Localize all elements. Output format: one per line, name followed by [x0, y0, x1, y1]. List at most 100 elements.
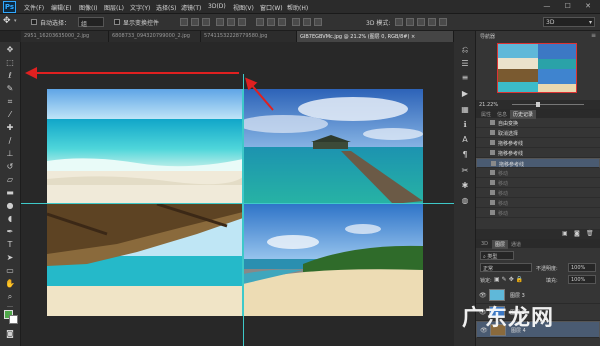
more-tools-icon[interactable]: …: [5, 302, 15, 310]
pen-tool-icon[interactable]: ✒: [5, 228, 15, 236]
show-transform-checkbox[interactable]: [114, 19, 120, 25]
path-selection-tool-icon[interactable]: ➤: [5, 254, 15, 262]
3d-scale-icon[interactable]: [439, 18, 447, 26]
layer-filter-dropdown[interactable]: ⌕ 类型: [480, 251, 514, 260]
menu-layer[interactable]: 图层(L): [104, 3, 124, 12]
3d-rotate-icon[interactable]: [395, 18, 403, 26]
align-left-icon[interactable]: [216, 18, 224, 26]
tab-document-active[interactable]: GIB7EGBVMc.jpg @ 21.2% (图层 0, RGB/8#) ×: [297, 31, 454, 42]
tab-layers[interactable]: 图层: [492, 240, 509, 249]
character-icon[interactable]: A: [460, 135, 470, 144]
info-icon[interactable]: ℹ: [460, 120, 470, 129]
align-hcenter-icon[interactable]: [227, 18, 235, 26]
history-item[interactable]: 移动: [476, 208, 600, 218]
opacity-field[interactable]: 100%: [568, 263, 596, 272]
blur-tool-icon[interactable]: ●: [5, 202, 15, 210]
menu-edit[interactable]: 编辑(E): [51, 3, 71, 12]
move-tool-icon[interactable]: ✥: [5, 46, 15, 54]
auto-select-dropdown[interactable]: 组: [78, 17, 104, 28]
history-item[interactable]: 移动: [476, 188, 600, 198]
visibility-eye-icon[interactable]: 👁: [479, 292, 487, 299]
auto-select-checkbox[interactable]: [31, 19, 37, 25]
history-item[interactable]: 移动: [476, 178, 600, 188]
tab-3d[interactable]: 3D: [478, 240, 491, 248]
background-color-swatch[interactable]: [9, 315, 18, 324]
dodge-tool-icon[interactable]: ◖: [5, 215, 15, 223]
clone-source-icon[interactable]: ✱: [460, 181, 470, 190]
distribute-right-icon[interactable]: [314, 18, 322, 26]
history-item-selected[interactable]: 拖移参考线: [476, 158, 600, 168]
history-item[interactable]: 移动: [476, 198, 600, 208]
eyedropper-tool-icon[interactable]: ⁄: [5, 111, 15, 119]
hand-tool-icon[interactable]: ✋: [5, 280, 15, 288]
history-item[interactable]: 自由变换: [476, 118, 600, 128]
menu-help[interactable]: 帮助(H): [287, 3, 308, 12]
brush-tool-icon[interactable]: ∕: [5, 137, 15, 145]
healing-brush-tool-icon[interactable]: ✚: [5, 124, 15, 132]
new-snapshot-icon[interactable]: ◙: [574, 230, 580, 237]
distribute-top-icon[interactable]: [256, 18, 264, 26]
menu-window[interactable]: 窗口(W): [260, 3, 283, 12]
quick-mask-icon[interactable]: ◙: [5, 330, 15, 338]
align-vcenter-icon[interactable]: [191, 18, 199, 26]
lasso-tool-icon[interactable]: ℓ: [5, 72, 15, 80]
history-item[interactable]: 拖移参考线: [476, 138, 600, 148]
distribute-vcenter-icon[interactable]: [267, 18, 275, 26]
lock-options-icon[interactable]: ▣✎✥🔒: [494, 276, 525, 283]
swatches-icon[interactable]: ▦: [460, 105, 470, 114]
move-tool-icon[interactable]: ✥: [3, 16, 11, 26]
marquee-tool-icon[interactable]: ⬚: [5, 59, 15, 67]
menu-select[interactable]: 选择(S): [156, 3, 177, 12]
tab-document-2[interactable]: 6808733_094320799000_2.jpg: [109, 31, 201, 42]
quick-select-tool-icon[interactable]: ✎: [5, 85, 15, 93]
actions-icon[interactable]: ▶: [460, 89, 470, 98]
panel-menu-icon[interactable]: ≡: [591, 32, 596, 39]
align-top-icon[interactable]: [180, 18, 188, 26]
tab-channels[interactable]: 通道: [508, 240, 524, 249]
history-brush-tool-icon[interactable]: ↺: [5, 163, 15, 171]
brush-settings-icon[interactable]: ✂: [460, 166, 470, 175]
blend-mode-dropdown[interactable]: 正常: [480, 263, 532, 272]
clone-stamp-tool-icon[interactable]: ⊥: [5, 150, 15, 158]
history-item[interactable]: 取消选择: [476, 128, 600, 138]
menu-filter[interactable]: 滤镜(T): [181, 3, 201, 12]
new-document-from-state-icon[interactable]: ▣: [562, 230, 568, 237]
properties-icon[interactable]: ≡: [460, 73, 470, 82]
3d-roll-icon[interactable]: [406, 18, 414, 26]
distribute-left-icon[interactable]: [292, 18, 300, 26]
history-icon[interactable]: ⎌: [460, 45, 470, 54]
navigator-thumbnail[interactable]: [497, 43, 577, 93]
window-controls[interactable]: — ☐ ✕: [543, 2, 597, 10]
layer-comps-icon[interactable]: ☰: [460, 59, 470, 68]
zoom-tool-icon[interactable]: ⌕: [5, 293, 15, 301]
tool-preset-chevron-icon[interactable]: ▾: [14, 18, 17, 24]
type-tool-icon[interactable]: T: [5, 241, 15, 249]
distribute-bottom-icon[interactable]: [278, 18, 286, 26]
3d-drag-icon[interactable]: [417, 18, 425, 26]
gradient-tool-icon[interactable]: ▬: [5, 189, 15, 197]
zoom-slider-handle[interactable]: [536, 102, 540, 107]
tab-document-3[interactable]: 57411532228779580.jpg: [201, 31, 297, 42]
navigator-zoom-value[interactable]: 21.22%: [479, 102, 498, 108]
crop-tool-icon[interactable]: ⌗: [5, 98, 15, 106]
3d-slide-icon[interactable]: [428, 18, 436, 26]
distribute-hcenter-icon[interactable]: [303, 18, 311, 26]
fill-field[interactable]: 100%: [568, 275, 596, 284]
delete-state-icon[interactable]: 🗑: [586, 230, 594, 237]
align-bottom-icon[interactable]: [202, 18, 210, 26]
align-right-icon[interactable]: [238, 18, 246, 26]
3d-panel-icon[interactable]: ◍: [460, 196, 470, 205]
tab-document-1[interactable]: 2951_16203635000_2.jpg: [21, 31, 109, 42]
menu-image[interactable]: 图像(I): [79, 3, 97, 12]
menu-file[interactable]: 文件(F): [24, 3, 44, 12]
zoom-slider-track[interactable]: [512, 104, 584, 105]
history-item[interactable]: 移动: [476, 168, 600, 178]
eraser-tool-icon[interactable]: ▱: [5, 176, 15, 184]
rectangle-tool-icon[interactable]: ▭: [5, 267, 15, 275]
paragraph-icon[interactable]: ¶: [460, 150, 470, 159]
workspace-dropdown[interactable]: 3D ▾: [543, 17, 595, 27]
menu-view[interactable]: 视图(V): [233, 3, 254, 12]
history-item[interactable]: 拖移参考线: [476, 148, 600, 158]
menu-type[interactable]: 文字(Y): [130, 3, 150, 12]
menu-3d[interactable]: 3D(D): [208, 3, 226, 10]
